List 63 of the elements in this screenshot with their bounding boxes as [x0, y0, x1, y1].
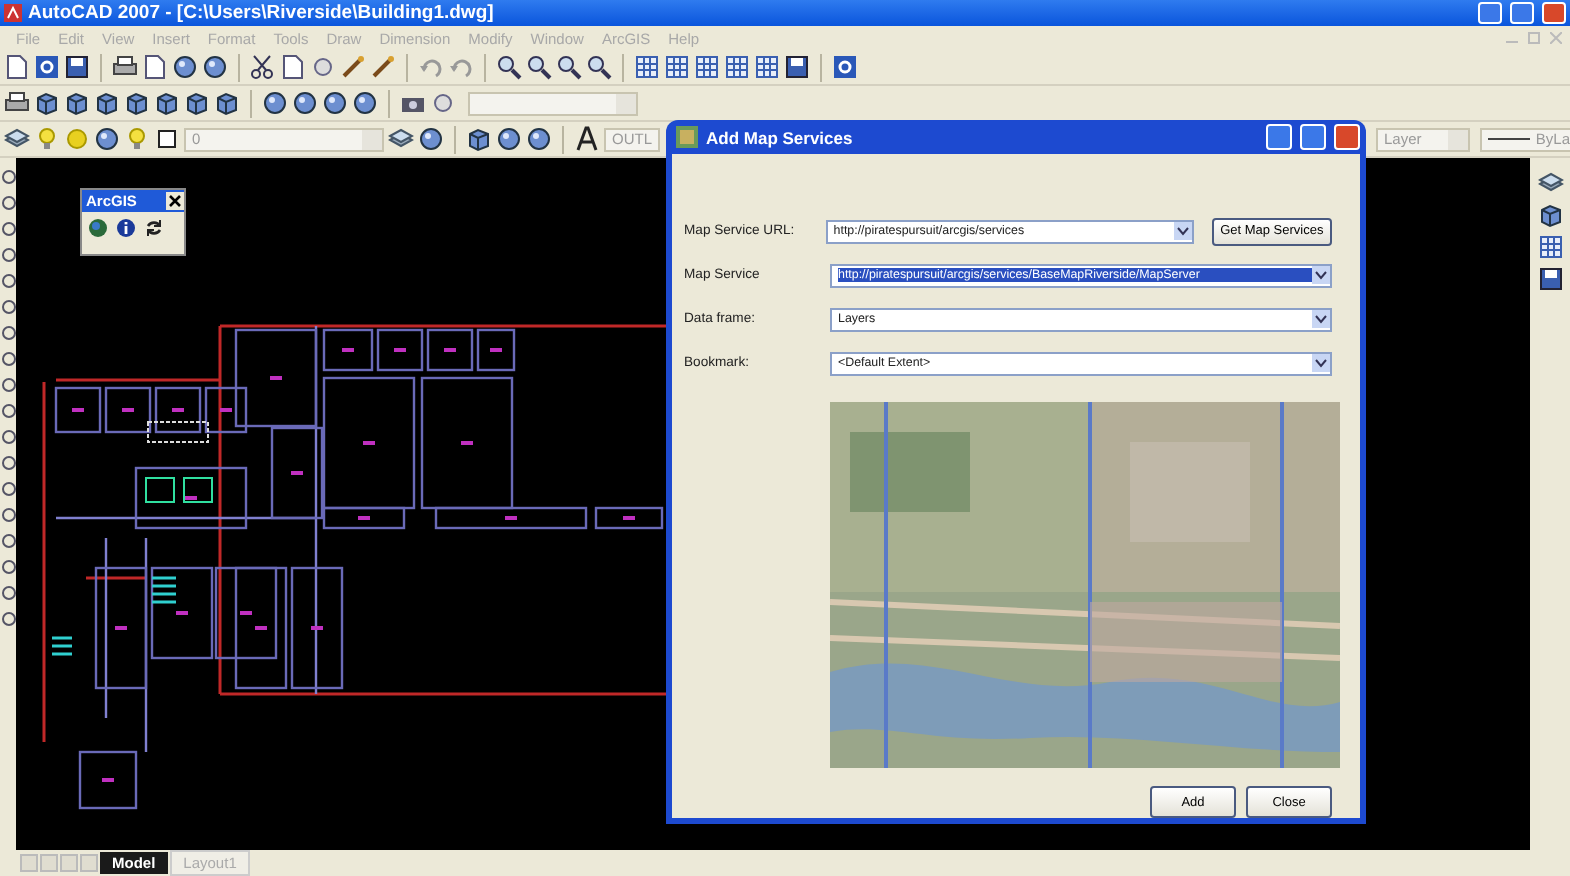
- cube-icon[interactable]: [1537, 202, 1563, 228]
- circle-icon[interactable]: [310, 54, 336, 80]
- magnifier-icon[interactable]: [556, 54, 582, 80]
- cube-icon[interactable]: [184, 90, 210, 116]
- grid-icon[interactable]: [754, 54, 780, 80]
- sphere-icon[interactable]: [352, 90, 378, 116]
- printer-icon[interactable]: [112, 54, 138, 80]
- close-button[interactable]: [1334, 124, 1360, 150]
- sphere-icon[interactable]: [322, 90, 348, 116]
- dropdown-arrow-icon[interactable]: [1312, 310, 1330, 328]
- magnifier-icon[interactable]: [496, 54, 522, 80]
- layers-icon[interactable]: [388, 126, 414, 152]
- cube-icon[interactable]: [466, 126, 492, 152]
- dropdown-arrow-icon[interactable]: [1312, 354, 1330, 372]
- magnifier-icon[interactable]: [586, 54, 612, 80]
- lightbulb-icon[interactable]: [34, 126, 60, 152]
- close-button[interactable]: [1542, 2, 1566, 24]
- info-icon[interactable]: [116, 218, 136, 238]
- circle-icon[interactable]: [430, 90, 456, 116]
- text-style-icon[interactable]: [574, 126, 600, 152]
- maximize-button[interactable]: [1510, 2, 1534, 24]
- cube-icon[interactable]: [64, 90, 90, 116]
- cube-icon[interactable]: [34, 90, 60, 116]
- grid-icon[interactable]: [694, 54, 720, 80]
- page-icon[interactable]: [4, 54, 30, 80]
- sphere-icon[interactable]: [94, 126, 120, 152]
- grid-icon[interactable]: [664, 54, 690, 80]
- layers-icon[interactable]: [1537, 170, 1563, 196]
- dropdown-arrow-icon[interactable]: [1173, 222, 1192, 240]
- sphere-icon[interactable]: [526, 126, 552, 152]
- dialog-title: Add Map Services: [706, 127, 855, 147]
- cube-icon[interactable]: [124, 90, 150, 116]
- minimize-button[interactable]: [1266, 124, 1292, 150]
- refresh-icon[interactable]: [144, 218, 164, 238]
- close-icon[interactable]: [166, 192, 184, 210]
- brush-icon[interactable]: [340, 54, 366, 80]
- sphere-icon[interactable]: [262, 90, 288, 116]
- cube-icon[interactable]: [154, 90, 180, 116]
- minimize-button[interactable]: [1478, 2, 1502, 24]
- brush-icon[interactable]: [370, 54, 396, 80]
- cube-icon[interactable]: [214, 90, 240, 116]
- sphere-icon[interactable]: [496, 126, 522, 152]
- printer-icon[interactable]: [4, 90, 30, 116]
- cube-icon[interactable]: [94, 90, 120, 116]
- sphere-icon[interactable]: [202, 54, 228, 80]
- maximize-button[interactable]: [1300, 124, 1326, 150]
- sphere-icon[interactable]: [418, 126, 444, 152]
- window-title: AutoCAD 2007 - [C:\Users\Riverside\Building1.dwg]: [28, 2, 496, 24]
- page-icon[interactable]: [142, 54, 168, 80]
- globe-icon[interactable]: [88, 218, 108, 238]
- page-icon[interactable]: [280, 54, 306, 80]
- grid-icon[interactable]: [1537, 234, 1563, 260]
- magnifier-icon[interactable]: [526, 54, 552, 80]
- dropdown-arrow-icon[interactable]: [1312, 266, 1330, 284]
- grid-icon[interactable]: [634, 54, 660, 80]
- app-icon: [4, 4, 22, 22]
- sphere-icon[interactable]: [292, 90, 318, 116]
- scissors-icon[interactable]: [250, 54, 276, 80]
- grid-icon[interactable]: [724, 54, 750, 80]
- sphere-icon[interactable]: [172, 54, 198, 80]
- square-icon[interactable]: [154, 126, 180, 152]
- layers-icon[interactable]: [4, 126, 30, 152]
- map-icon: [676, 126, 698, 148]
